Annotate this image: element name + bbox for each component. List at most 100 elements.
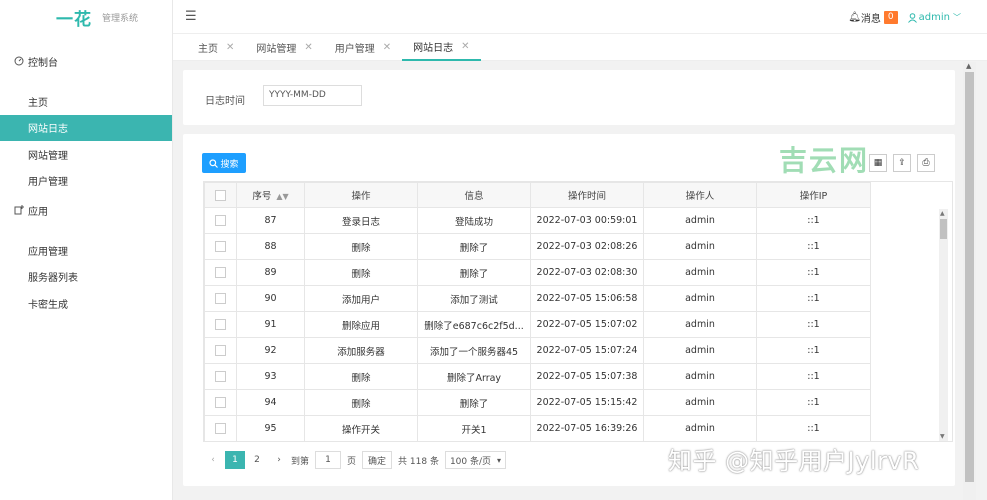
table-cell: 2022-07-03 02:08:26 [530, 233, 644, 260]
tab-label: 网站日志 [413, 43, 454, 54]
print-icon[interactable]: ⎙ [917, 154, 935, 172]
table-cell: admin [643, 363, 757, 390]
sidebar-group-apps[interactable]: 应用 [0, 194, 172, 226]
table-cell: admin [643, 207, 757, 234]
table-row[interactable]: 89 删除 删除了 2022-07-03 02:08:30 admin::1 [204, 259, 871, 286]
table-row[interactable]: 90 添加用户 添加了测试 2022-07-05 15:06:58 admin::1 [204, 285, 871, 312]
log-table: 序号 ▲▼ 操作 信息 操作时间 操作人 操作IP 87 登录日志 登陆成功 2022-… [203, 181, 953, 442]
table-scrollbar[interactable]: ▲ ▼ [939, 209, 948, 441]
prev-page-icon[interactable]: ‹ [203, 451, 223, 469]
table-row[interactable]: 88 删除 删除了 2022-07-03 02:08:26 admin::1 [204, 233, 871, 260]
sidebar-item-card-generate[interactable]: 卡密生成 [0, 290, 172, 317]
table-cell: 删除了Array [417, 363, 531, 390]
row-checkbox[interactable] [204, 415, 237, 441]
user-icon [907, 12, 917, 23]
dashboard-icon [14, 56, 24, 66]
goto-page-input[interactable]: 1 [315, 451, 342, 469]
page-scrollbar[interactable]: ▲ [963, 62, 976, 500]
row-checkbox[interactable] [204, 233, 237, 260]
table-cell: 删除了e687c6c2f5d... [417, 311, 531, 338]
table-cell: 2022-07-05 15:15:42 [530, 389, 644, 416]
table-card: 搜索 ▦ ⇪ ⎙ 序号 ▲▼ 操作 信息 操作时间 操作人 操作IP 87 登录… [183, 134, 955, 486]
table-cell: 93 [236, 363, 305, 390]
table-row[interactable]: 95 操作开关 开关1 2022-07-05 16:39:26 admin::1 [204, 415, 871, 441]
table-cell: 添加用户 [304, 285, 418, 312]
close-icon[interactable]: ✕ [226, 42, 234, 53]
page-size-select[interactable]: 100 条/页 ▾ [444, 451, 507, 469]
watermark-logo: 吉云网 [779, 144, 870, 177]
top-header: ☰ 🔔︎ 消息 0 admin ﹀ [173, 0, 987, 34]
sidebar-item-server-list[interactable]: 服务器列表 [0, 264, 172, 291]
table-row[interactable]: 94 删除 删除了 2022-07-05 15:15:42 admin::1 [204, 389, 871, 416]
row-checkbox[interactable] [204, 207, 237, 234]
tab-site-log[interactable]: 网站日志 ✕ [402, 34, 481, 61]
select-all-checkbox[interactable] [204, 182, 237, 208]
table-cell: 添加了一个服务器45 [417, 337, 531, 364]
sidebar-group-dashboard[interactable]: 控制台 [0, 45, 172, 77]
messages-label[interactable]: 消息 [861, 10, 881, 25]
sidebar-item-site-log[interactable]: 网站日志 [0, 114, 172, 141]
table-cell: 2022-07-05 15:07:38 [530, 363, 644, 390]
table-cell: ::1 [756, 363, 871, 390]
table-row[interactable]: 87 登录日志 登陆成功 2022-07-03 00:59:01 admin::1 [204, 207, 871, 234]
row-checkbox[interactable] [204, 337, 237, 364]
bell-icon[interactable]: 🔔︎ [848, 12, 861, 23]
tab-site-manage[interactable]: 网站管理 ✕ [245, 34, 323, 61]
table-cell: 87 [236, 207, 305, 234]
tab-home[interactable]: 主页 ✕ [187, 34, 245, 61]
table-cell: 2022-07-03 00:59:01 [530, 207, 644, 234]
goto-label: 到第 [291, 456, 310, 467]
menu-fold-icon[interactable]: ☰ [185, 9, 197, 24]
log-date-input[interactable]: YYYY-MM-DD [263, 85, 362, 106]
page-unit-label: 页 [347, 456, 357, 467]
tab-label: 网站管理 [256, 44, 297, 55]
tab-user-manage[interactable]: 用户管理 ✕ [324, 34, 402, 61]
table-cell: 95 [236, 415, 305, 441]
column-header-action: 操作 [304, 182, 418, 208]
close-icon[interactable]: ✕ [304, 42, 312, 53]
chevron-down-icon: ▾ [497, 455, 502, 465]
sort-icon[interactable]: ▲▼ [276, 192, 288, 201]
user-menu[interactable]: admin ﹀ [907, 12, 961, 23]
tab-label: 用户管理 [334, 44, 375, 55]
sidebar-item-app-manage[interactable]: 应用管理 [0, 237, 172, 264]
page-1[interactable]: 1 [225, 451, 245, 469]
page-2[interactable]: 2 [247, 451, 267, 469]
sidebar-item-user-manage[interactable]: 用户管理 [0, 168, 172, 195]
table-cell: admin [643, 233, 757, 260]
table-cell: 删除了 [417, 259, 531, 286]
table-cell: 开关1 [417, 415, 531, 441]
sidebar-group-label: 应用 [28, 206, 48, 218]
table-cell: 登陆成功 [417, 207, 531, 234]
row-checkbox[interactable] [204, 363, 237, 390]
table-cell: 登录日志 [304, 207, 418, 234]
user-name: admin [918, 12, 950, 23]
row-checkbox[interactable] [204, 259, 237, 286]
close-icon[interactable]: ✕ [383, 42, 391, 53]
table-cell: admin [643, 415, 757, 441]
table-row[interactable]: 93 删除 删除了Array 2022-07-05 15:07:38 admin::1 [204, 363, 871, 390]
table-row[interactable]: 92 添加服务器 添加了一个服务器45 2022-07-05 15:07:24 admi… [204, 337, 871, 364]
sidebar-item-site-manage[interactable]: 网站管理 [0, 141, 172, 168]
chevron-down-icon: ﹀ [953, 13, 961, 22]
next-page-icon[interactable]: › [269, 451, 289, 469]
close-icon[interactable]: ✕ [461, 41, 469, 52]
table-row[interactable]: 91 删除应用 删除了e687c6c2f5d... 2022-07-05 15:07:… [204, 311, 871, 338]
row-checkbox[interactable] [204, 389, 237, 416]
sidebar-item-home[interactable]: 主页 [0, 88, 172, 115]
table-cell: 删除 [304, 259, 418, 286]
table-cell: 2022-07-05 15:07:24 [530, 337, 644, 364]
logo[interactable]: 一花 管理系统 [0, 0, 172, 34]
table-cell: 88 [236, 233, 305, 260]
table-cell: 94 [236, 389, 305, 416]
table-cell: admin [643, 259, 757, 286]
column-header-id[interactable]: 序号 ▲▼ [236, 182, 305, 208]
table-cell: ::1 [756, 311, 871, 338]
search-button-label: 搜索 [220, 159, 239, 170]
export-icon[interactable]: ⇪ [893, 154, 911, 172]
columns-filter-icon[interactable]: ▦ [869, 154, 887, 172]
row-checkbox[interactable] [204, 311, 237, 338]
search-button[interactable]: 搜索 [202, 153, 246, 173]
goto-confirm-button[interactable]: 确定 [362, 451, 393, 469]
row-checkbox[interactable] [204, 285, 237, 312]
